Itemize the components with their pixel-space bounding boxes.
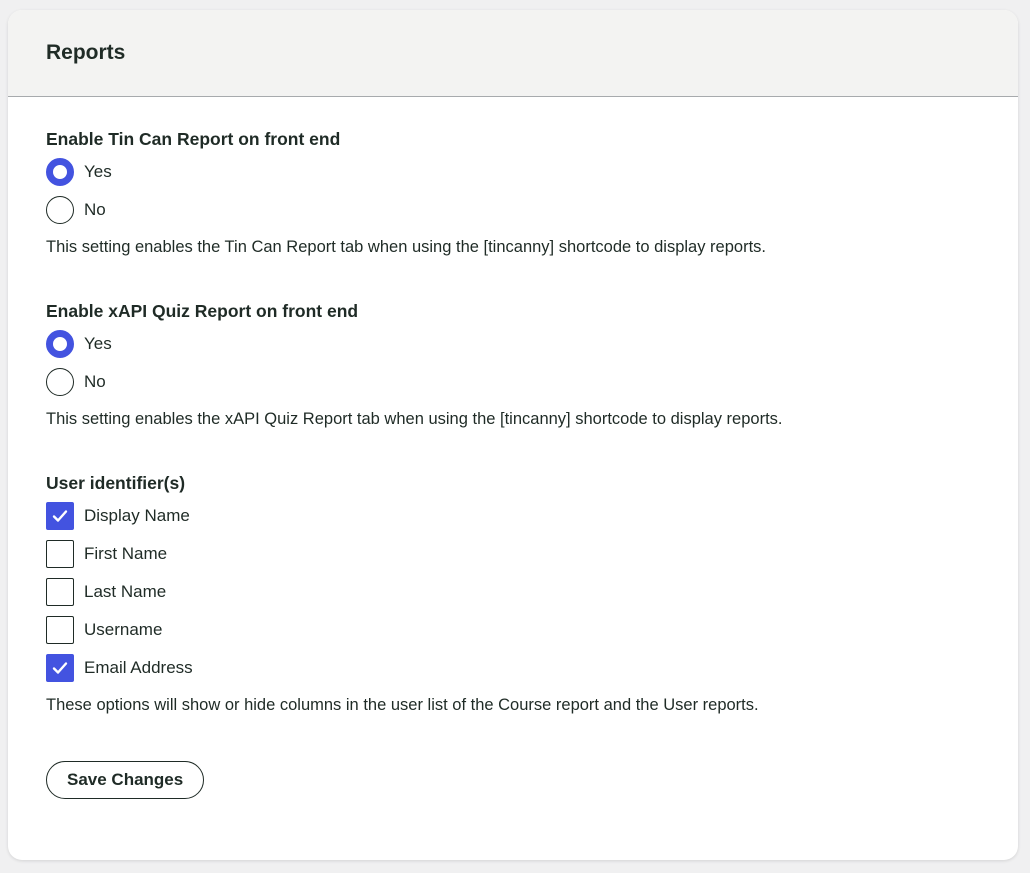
checkmark-icon [52, 662, 68, 674]
radio-button[interactable] [46, 196, 74, 224]
card-header: Reports [8, 10, 1018, 97]
reports-card: Reports Enable Tin Can Report on front e… [8, 10, 1018, 860]
radio-button[interactable] [46, 158, 74, 186]
username-option[interactable]: Username [46, 611, 980, 649]
option-label: Yes [84, 162, 112, 181]
xapi-yes-option[interactable]: Yes [46, 325, 980, 363]
section-description: This setting enables the Tin Can Report … [46, 238, 766, 256]
section-title: User identifier(s) [46, 473, 186, 493]
checkbox[interactable] [46, 502, 74, 530]
tincan-report-section: Enable Tin Can Report on front end Yes N… [46, 125, 980, 265]
checkbox[interactable] [46, 540, 74, 568]
radio-button[interactable] [46, 368, 74, 396]
checkbox[interactable] [46, 616, 74, 644]
first-name-option[interactable]: First Name [46, 535, 980, 573]
save-changes-button[interactable]: Save Changes [46, 761, 205, 799]
radio-button[interactable] [46, 330, 74, 358]
section-description: These options will show or hide columns … [46, 696, 759, 714]
display-name-option[interactable]: Display Name [46, 497, 980, 535]
option-label: No [84, 200, 106, 219]
page-title: Reports [46, 41, 126, 64]
option-label: No [84, 372, 106, 391]
section-description: This setting enables the xAPI Quiz Repor… [46, 410, 783, 428]
card-body: Enable Tin Can Report on front end Yes N… [8, 97, 1018, 799]
option-label: Email Address [84, 658, 193, 677]
user-identifiers-section: User identifier(s) Display Name First Na… [46, 469, 980, 723]
checkmark-icon [52, 510, 68, 522]
option-label: First Name [84, 544, 168, 563]
option-label: Display Name [84, 506, 190, 525]
option-label: Username [84, 620, 163, 639]
last-name-option[interactable]: Last Name [46, 573, 980, 611]
section-title: Enable xAPI Quiz Report on front end [46, 301, 359, 321]
tincan-no-option[interactable]: No [46, 191, 980, 229]
tincan-yes-option[interactable]: Yes [46, 153, 980, 191]
xapi-report-section: Enable xAPI Quiz Report on front end Yes… [46, 297, 980, 437]
email-address-option[interactable]: Email Address [46, 649, 980, 687]
option-label: Yes [84, 334, 112, 353]
section-title: Enable Tin Can Report on front end [46, 129, 341, 149]
checkbox[interactable] [46, 654, 74, 682]
option-label: Last Name [84, 582, 167, 601]
checkbox[interactable] [46, 578, 74, 606]
xapi-no-option[interactable]: No [46, 363, 980, 401]
